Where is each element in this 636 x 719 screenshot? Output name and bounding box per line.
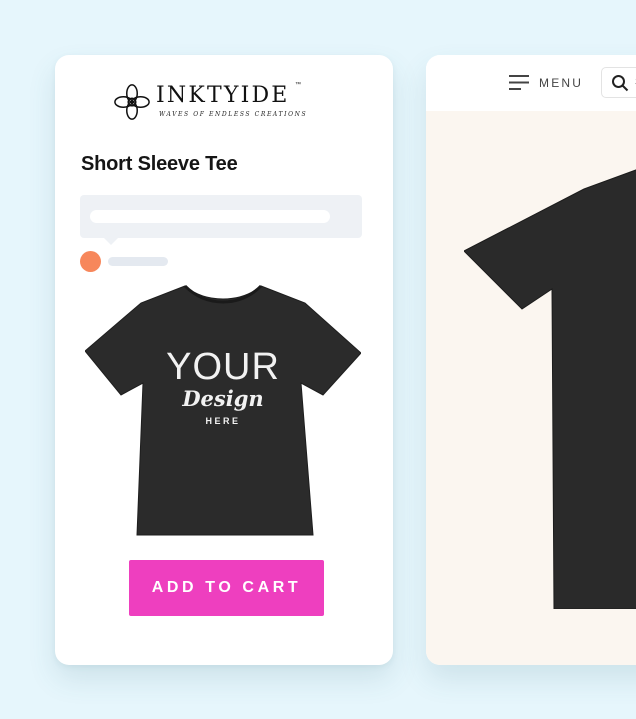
desktop-product-page: MENU S: [426, 55, 636, 665]
brand-logo[interactable]: INKTYIDE ™ WAVES OF ENDLESS CREATIONS: [113, 81, 313, 123]
print-line-1: YOUR: [166, 346, 280, 388]
print-line-2: Design: [181, 386, 263, 411]
site-header: MENU S: [426, 55, 636, 111]
product-image-area: [426, 111, 636, 665]
placeholder-line-short: [108, 257, 168, 266]
product-title: Short Sleeve Tee: [81, 153, 238, 175]
placeholder-text-bubble: [80, 195, 362, 245]
trademark-symbol: ™: [295, 82, 301, 88]
brand-tagline: WAVES OF ENDLESS CREATIONS: [159, 111, 308, 118]
mobile-product-card: INKTYIDE ™ WAVES OF ENDLESS CREATIONS Sh…: [55, 55, 393, 665]
hamburger-menu-icon[interactable]: [509, 74, 531, 91]
search-input[interactable]: S: [601, 67, 636, 98]
print-line-3: HERE: [205, 416, 240, 426]
add-to-cart-button[interactable]: ADD TO CART: [129, 560, 324, 616]
color-swatch[interactable]: [80, 251, 101, 272]
flower-emblem-icon: [114, 84, 150, 120]
placeholder-line: [90, 210, 330, 223]
search-icon: [612, 75, 629, 92]
tshirt-large-image: [464, 169, 636, 609]
tshirt-large-body: [464, 169, 636, 609]
tshirt-image: YOUR Design HERE: [85, 284, 361, 536]
brand-name: INKTYIDE: [156, 83, 290, 108]
menu-label[interactable]: MENU: [539, 76, 583, 90]
